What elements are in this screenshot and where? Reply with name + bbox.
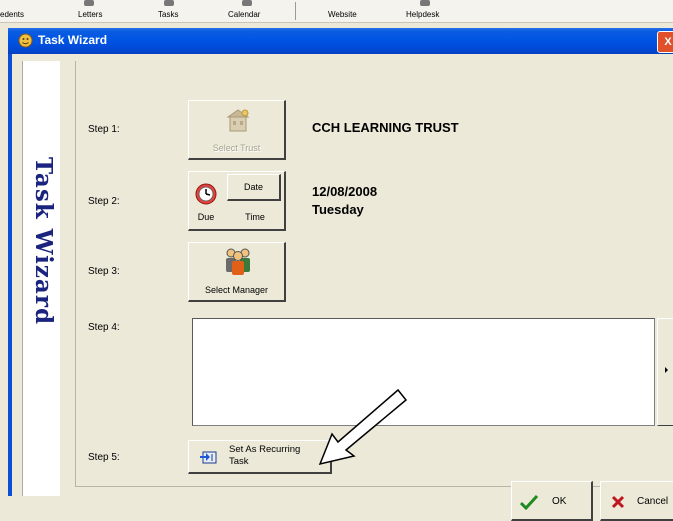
close-button[interactable]: X [657, 31, 673, 53]
calendar-icon [242, 0, 252, 6]
task-wizard-icon [18, 33, 33, 48]
toolbar-item-label: Website [328, 10, 357, 19]
toolbar-item-tasks[interactable]: Tasks [158, 0, 198, 20]
background-toolbar: edents Letters Tasks Calendar Website He… [0, 0, 673, 23]
ok-label: OK [552, 496, 567, 507]
toolbar-item-website[interactable]: Website [328, 0, 378, 20]
wizard-content: Task Wizard Step 1: Select Trust CCH LEA… [12, 54, 673, 521]
side-banner: Task Wizard [22, 61, 60, 496]
checkmark-icon [520, 494, 538, 510]
tasks-icon [164, 0, 174, 6]
toolbar-separator [295, 2, 296, 20]
toolbar-item-calendar[interactable]: Calendar [228, 0, 278, 20]
side-banner-text: Task Wizard [30, 157, 57, 326]
cancel-label: Cancel [637, 496, 669, 507]
toolbar-item-letters[interactable]: Letters [78, 0, 118, 20]
toolbar-item-label: Calendar [228, 10, 261, 19]
toolbar-item-label: Tasks [158, 10, 179, 19]
helpdesk-icon [420, 0, 430, 6]
toolbar-item-helpdesk[interactable]: Helpdesk [406, 0, 456, 20]
toolbar-item-students[interactable]: edents [0, 0, 40, 20]
cancel-button[interactable]: Cancel [600, 481, 673, 521]
close-icon: X [664, 36, 672, 48]
window-title: Task Wizard [38, 33, 108, 47]
toolbar-item-label: edents [0, 10, 25, 19]
toolbar-item-label: Helpdesk [406, 10, 440, 19]
main-panel-frame [75, 61, 673, 487]
task-wizard-window: Task Wizard X Task Wizard Step 1: Select… [8, 28, 673, 521]
x-icon [611, 495, 625, 509]
letters-icon [84, 0, 94, 6]
ok-button[interactable]: OK [511, 481, 593, 521]
toolbar-item-label: Letters [78, 10, 103, 19]
title-bar[interactable]: Task Wizard X [8, 28, 673, 54]
